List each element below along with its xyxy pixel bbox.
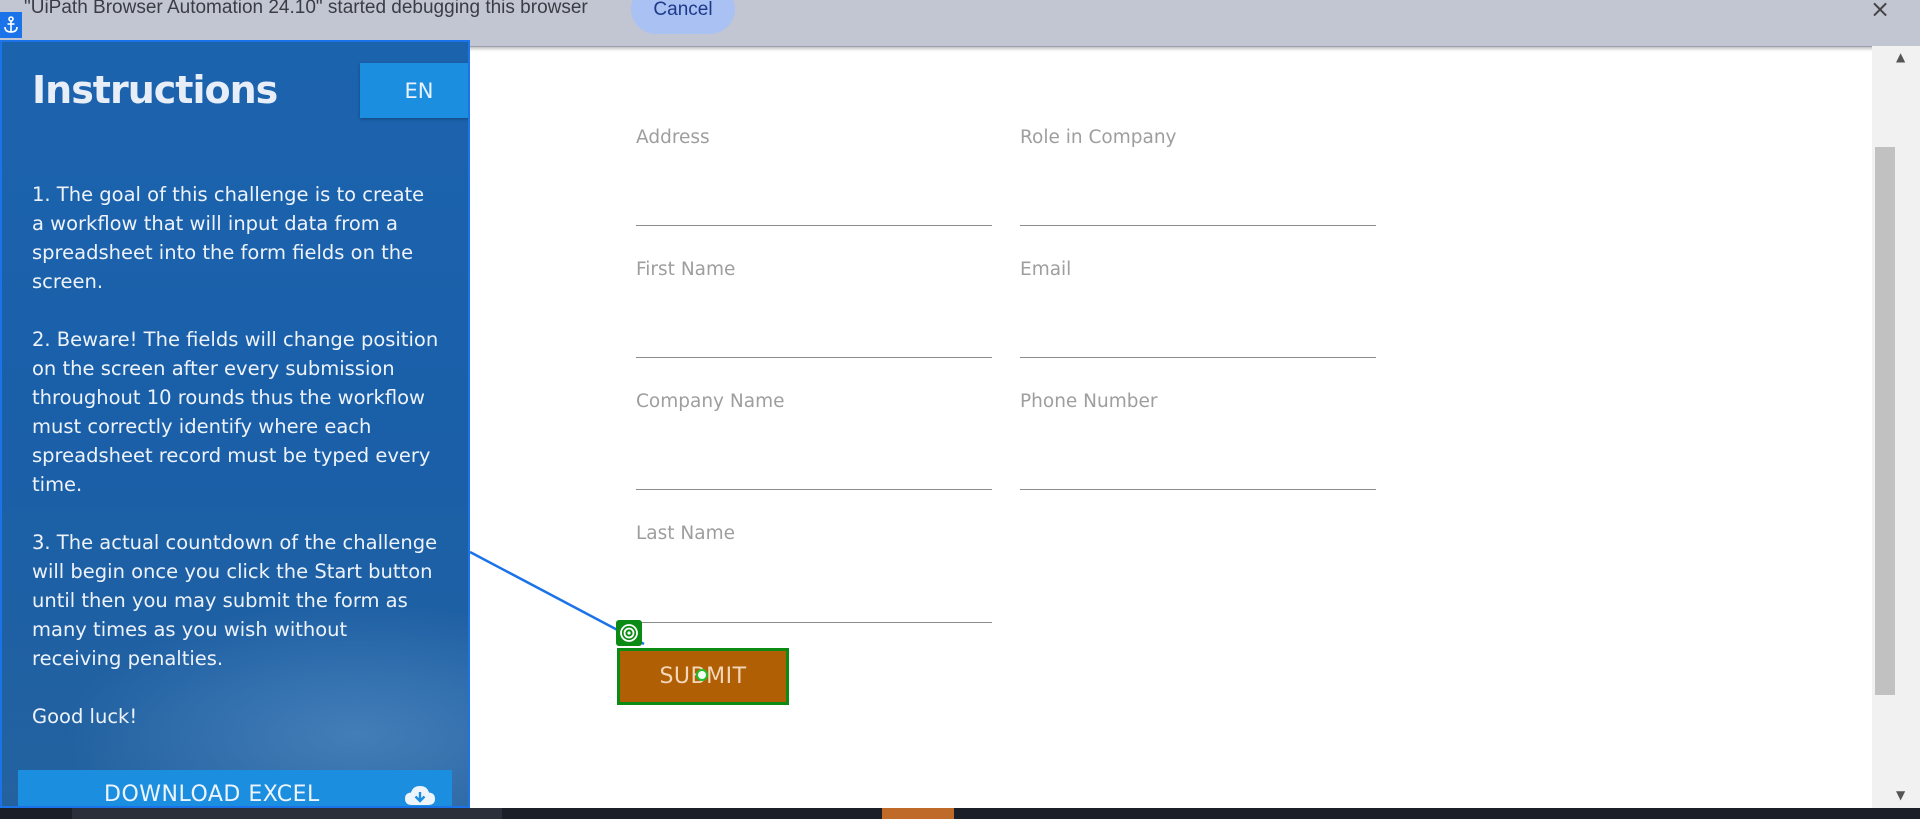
role-label: Role in Company [1020,127,1177,148]
taskbar-item[interactable] [72,808,502,819]
address-input[interactable] [636,181,992,226]
phone-label: Phone Number [1020,391,1158,412]
phone-input[interactable] [1020,445,1376,490]
last-name-label: Last Name [636,523,735,544]
cancel-debug-button[interactable]: Cancel [631,0,735,34]
email-label: Email [1020,259,1072,280]
panel-title: Instructions [32,68,278,112]
scrollbar-thumb[interactable] [1875,147,1895,695]
click-point-icon [696,669,708,681]
company-name-input[interactable] [636,445,992,490]
email-input[interactable] [1020,313,1376,358]
scroll-up-icon[interactable]: ▲ [1896,50,1905,64]
download-excel-button[interactable]: DOWNLOAD EXCEL [18,770,452,807]
close-icon[interactable]: × [1870,0,1890,23]
instruction-1: 1. The goal of this challenge is to crea… [32,183,425,293]
instruction-good-luck: Good luck! [32,705,138,728]
debug-message: "UiPath Browser Automation 24.10" starte… [24,0,588,18]
scroll-down-icon[interactable]: ▼ [1896,788,1905,802]
anchor-glyph-icon [4,16,18,33]
instructions-panel: Instructions EN 1. The goal of this chal… [0,40,470,808]
last-name-input[interactable] [636,578,992,623]
company-name-label: Company Name [636,391,785,412]
first-name-label: First Name [636,259,736,280]
target-icon [620,624,638,642]
instructions-text: 1. The goal of this challenge is to crea… [32,180,442,760]
taskbar-item-active[interactable] [882,808,954,819]
cloud-download-icon [405,786,435,805]
role-input[interactable] [1020,181,1376,226]
download-excel-label: DOWNLOAD EXCEL [104,782,320,807]
instruction-2: 2. Beware! The fields will change positi… [32,328,439,496]
anchor-icon [0,12,22,38]
address-label: Address [636,127,710,148]
target-badge-icon [616,620,642,646]
first-name-input[interactable] [636,313,992,358]
instruction-3: 3. The actual countdown of the challenge… [32,531,438,670]
language-button[interactable]: EN [360,63,468,118]
